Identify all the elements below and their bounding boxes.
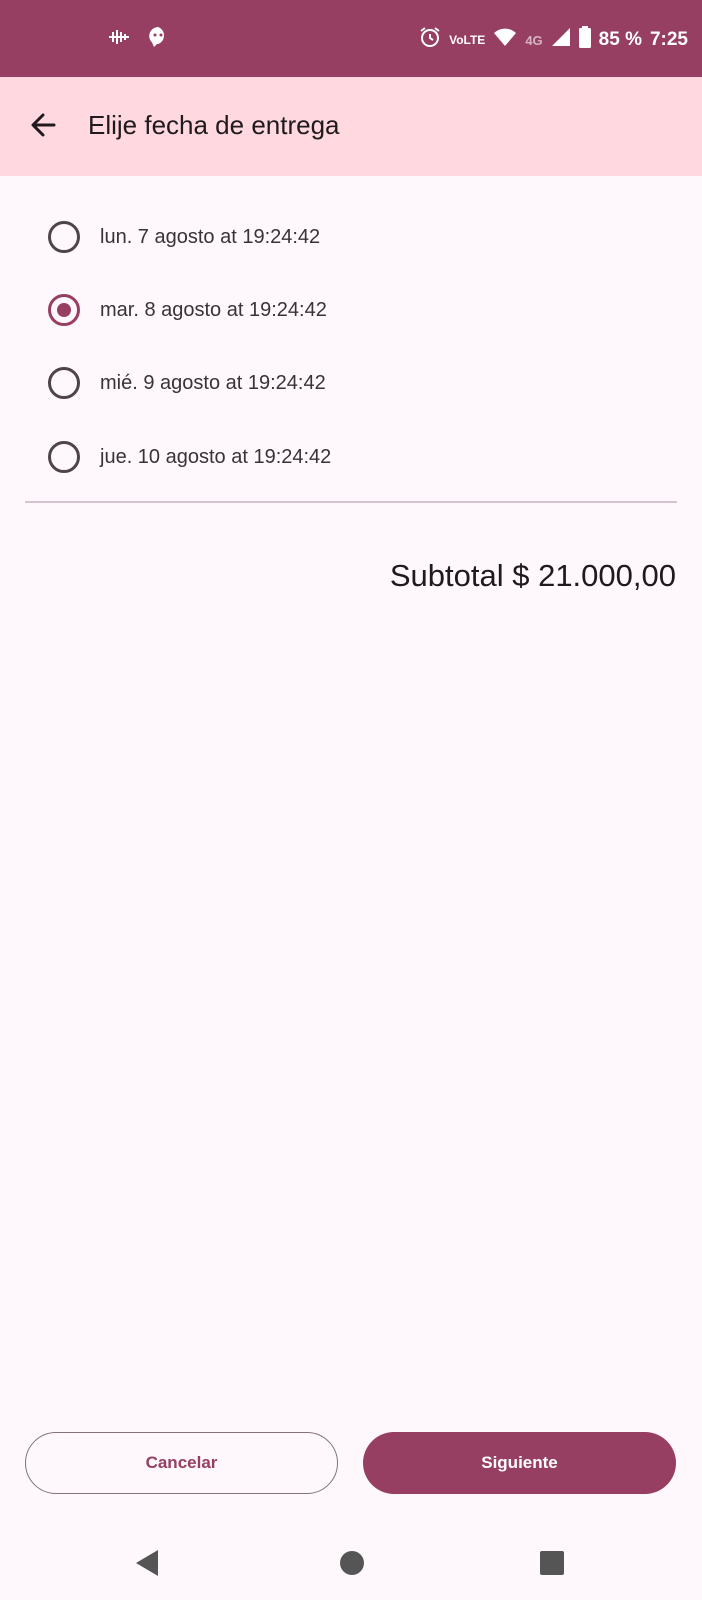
alarm-icon [419, 26, 441, 54]
wifi-icon [493, 27, 517, 53]
radio-button[interactable] [48, 221, 80, 253]
page-title: Elije fecha de entrega [88, 110, 340, 140]
navigation-bar [0, 1526, 702, 1600]
option-label: jue. 10 agosto at 19:24:42 [100, 445, 332, 468]
status-bar: VoLTE 4G 85 % 7:25 [0, 0, 702, 77]
battery-icon [578, 26, 591, 54]
divider [25, 501, 677, 503]
radio-button[interactable] [48, 441, 80, 473]
app-bar: Elije fecha de entrega [0, 77, 702, 176]
next-button[interactable]: Siguiente [363, 1432, 676, 1494]
cancel-button[interactable]: Cancelar [25, 1432, 338, 1494]
battery-percent: 85 % [598, 29, 642, 50]
option-label: mar. 8 agosto at 19:24:42 [100, 298, 327, 321]
network-type: 4G [525, 32, 543, 48]
date-option-2[interactable]: mar. 8 agosto at 19:24:42 [0, 280, 702, 340]
date-option-4[interactable]: jue. 10 agosto at 19:24:42 [0, 427, 702, 487]
subtotal: Subtotal $ 21.000,00 [389, 558, 676, 593]
nav-back-icon[interactable] [136, 1550, 158, 1576]
arrow-back-icon[interactable] [26, 107, 62, 143]
radio-button[interactable] [48, 367, 80, 399]
date-option-1[interactable]: lun. 7 agosto at 19:24:42 [0, 207, 702, 267]
clock: 7:25 [649, 29, 688, 50]
nav-recents-icon[interactable] [540, 1551, 564, 1575]
volte-icon: VoLTE [449, 32, 486, 47]
date-option-3[interactable]: mié. 9 agosto at 19:24:42 [0, 353, 702, 413]
chat-bubble-icon [148, 26, 168, 53]
signal-icon [551, 27, 571, 53]
radio-button-selected[interactable] [48, 294, 80, 326]
nav-home-icon[interactable] [340, 1551, 364, 1575]
option-label: lun. 7 agosto at 19:24:42 [100, 225, 321, 248]
audio-wave-icon [108, 29, 130, 50]
option-label: mié. 9 agosto at 19:24:42 [100, 371, 326, 394]
